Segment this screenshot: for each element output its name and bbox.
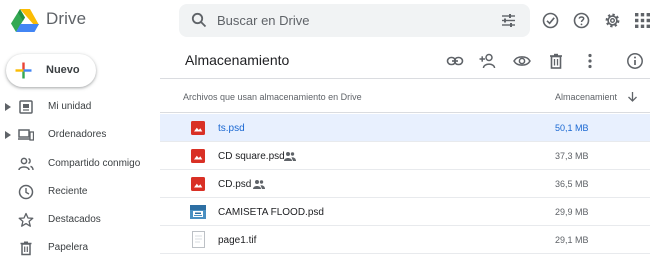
search-input[interactable]: Buscar en Drive bbox=[217, 13, 309, 28]
info-icon[interactable] bbox=[626, 52, 644, 70]
image-file-icon bbox=[191, 121, 205, 135]
column-header: Archivos que usan almacenamiento en Driv… bbox=[160, 79, 650, 113]
settings-icon[interactable] bbox=[604, 12, 621, 29]
page-title: Almacenamiento bbox=[185, 52, 290, 68]
trash-icon bbox=[20, 241, 32, 256]
sidebar-item-label: Papelera bbox=[48, 242, 89, 253]
column-size-header[interactable]: Almacenamient bbox=[555, 92, 617, 102]
add-person-icon[interactable] bbox=[479, 52, 497, 70]
preview-eye-icon[interactable] bbox=[513, 52, 531, 70]
expand-caret-icon[interactable] bbox=[5, 103, 11, 111]
sidebar-item-label: Ordenadores bbox=[48, 129, 107, 140]
new-button-label: Nuevo bbox=[46, 64, 80, 76]
search-box[interactable]: Buscar en Drive bbox=[179, 4, 530, 37]
main-content: Almacenamiento Archivos que usan almacen… bbox=[160, 42, 650, 274]
sidebar-item-ordenadores[interactable]: Ordenadores bbox=[0, 122, 160, 148]
delete-icon[interactable] bbox=[547, 52, 565, 70]
sidebar-item-label: Destacados bbox=[48, 214, 101, 225]
drive-folder-icon bbox=[19, 100, 33, 114]
link-icon[interactable] bbox=[446, 52, 464, 70]
drive-logo-icon[interactable] bbox=[11, 8, 39, 32]
file-row[interactable]: page1.tif 29,1 MB bbox=[160, 226, 650, 254]
sidebar-item-destacados[interactable]: Destacados bbox=[0, 207, 160, 233]
file-row[interactable]: ts.psd 50,1 MB bbox=[160, 114, 650, 142]
image-file-icon bbox=[191, 177, 205, 191]
checkmark-circle-icon[interactable] bbox=[542, 12, 559, 29]
sidebar-item-papelera[interactable]: Papelera bbox=[0, 235, 160, 261]
star-icon bbox=[18, 212, 34, 227]
top-bar: Drive Buscar en Drive bbox=[0, 0, 650, 42]
file-size: 37,3 MB bbox=[555, 151, 589, 161]
clock-icon bbox=[18, 184, 34, 200]
file-size: 29,1 MB bbox=[555, 235, 589, 245]
expand-caret-icon[interactable] bbox=[5, 131, 11, 139]
people-icon bbox=[18, 157, 34, 171]
column-name-header: Archivos que usan almacenamiento en Driv… bbox=[183, 92, 362, 102]
file-name[interactable]: CAMISETA FLOOD.psd bbox=[218, 207, 324, 218]
shared-people-icon bbox=[253, 180, 265, 189]
sort-arrow-down-icon[interactable] bbox=[627, 91, 638, 102]
image-file-icon bbox=[191, 149, 205, 163]
sidebar-item-reciente[interactable]: Reciente bbox=[0, 179, 160, 205]
file-name[interactable]: ts.psd bbox=[218, 123, 245, 134]
file-row[interactable]: CD square.psd 37,3 MB bbox=[160, 142, 650, 170]
sidebar-item-compartido[interactable]: Compartido conmigo bbox=[0, 151, 160, 177]
sidebar: Nuevo Mi unidad Ordenadores Compartido c… bbox=[0, 42, 160, 274]
app-brand: Drive bbox=[46, 9, 87, 28]
plus-icon bbox=[15, 62, 32, 79]
file-name[interactable]: CD square.psd bbox=[218, 151, 285, 162]
shared-people-icon bbox=[284, 152, 296, 161]
file-name[interactable]: page1.tif bbox=[218, 235, 256, 246]
computers-icon bbox=[18, 129, 34, 141]
sidebar-item-label: Reciente bbox=[48, 186, 88, 197]
more-vert-icon[interactable] bbox=[581, 52, 599, 70]
file-size: 29,9 MB bbox=[555, 207, 589, 217]
file-size: 50,1 MB bbox=[555, 123, 589, 133]
file-row[interactable]: CD.psd 36,5 MB bbox=[160, 170, 650, 198]
new-button[interactable]: Nuevo bbox=[6, 54, 96, 87]
search-options-icon[interactable] bbox=[501, 13, 516, 28]
help-icon[interactable] bbox=[573, 12, 590, 29]
sidebar-item-label: Compartido conmigo bbox=[48, 158, 141, 169]
image-thumbnail-icon bbox=[190, 205, 206, 219]
sidebar-item-label: Mi unidad bbox=[48, 101, 92, 112]
file-row[interactable]: CAMISETA FLOOD.psd 29,9 MB bbox=[160, 198, 650, 226]
search-icon[interactable] bbox=[191, 12, 207, 28]
file-name[interactable]: CD.psd bbox=[218, 179, 251, 190]
file-size: 36,5 MB bbox=[555, 179, 589, 189]
apps-grid-icon[interactable] bbox=[634, 12, 650, 29]
document-thumbnail-icon bbox=[192, 231, 205, 248]
sidebar-item-mi-unidad[interactable]: Mi unidad bbox=[0, 94, 160, 120]
